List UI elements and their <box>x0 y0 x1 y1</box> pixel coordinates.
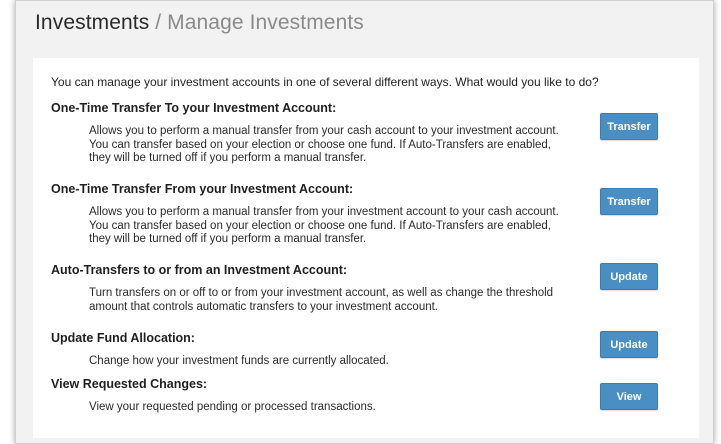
option-heading: One-Time Transfer To your Investment Acc… <box>51 101 337 115</box>
page-title-main: Investments <box>35 11 150 34</box>
option-description: Allows you to perform a manual transfer … <box>89 125 559 164</box>
option-update-fund-allocation: Update Fund Allocation: Change how your … <box>51 331 691 369</box>
page-title: Investments / Manage Investments <box>35 11 364 35</box>
page-title-separator: / <box>149 11 168 34</box>
option-description: Turn transfers on or off to or from your… <box>89 287 554 313</box>
transfer-to-investment-button[interactable]: Transfer <box>600 113 658 140</box>
option-heading: Auto-Transfers to or from an Investment … <box>51 263 348 277</box>
content-card: You can manage your investment accounts … <box>33 58 699 438</box>
view-requested-changes-button[interactable]: View <box>600 383 658 410</box>
option-description: View your requested pending or processed… <box>89 401 376 413</box>
option-heading: Update Fund Allocation: <box>51 331 195 345</box>
page-title-sub: Manage Investments <box>167 11 364 34</box>
auto-transfers-update-button[interactable]: Update <box>600 263 658 290</box>
option-auto-transfers: Auto-Transfers to or from an Investment … <box>51 263 691 314</box>
update-fund-allocation-button[interactable]: Update <box>600 331 658 358</box>
option-heading: View Requested Changes: <box>51 377 208 391</box>
option-description: Change how your investment funds are cur… <box>89 355 389 367</box>
manage-investments-panel: Investments / Manage Investments You can… <box>15 0 714 444</box>
option-heading: One-Time Transfer From your Investment A… <box>51 182 354 196</box>
intro-text: You can manage your investment accounts … <box>51 75 599 89</box>
option-transfer-to-investment: One-Time Transfer To your Investment Acc… <box>51 101 691 166</box>
transfer-from-investment-button[interactable]: Transfer <box>600 188 658 215</box>
option-description: Allows you to perform a manual transfer … <box>89 206 559 245</box>
option-transfer-from-investment: One-Time Transfer From your Investment A… <box>51 182 691 247</box>
option-view-requested-changes: View Requested Changes: View your reques… <box>51 377 691 415</box>
